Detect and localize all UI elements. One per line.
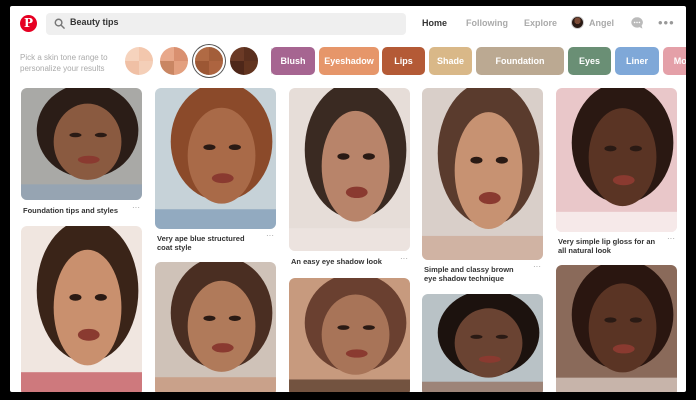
- portrait-photo: [422, 88, 543, 260]
- skin-tone-swatch-2[interactable]: [160, 47, 188, 75]
- portrait-photo: [289, 278, 410, 392]
- swatch-quadrant: [174, 47, 188, 61]
- swatch-quadrant: [244, 61, 258, 75]
- pin-image[interactable]: [155, 262, 276, 392]
- pin-more-icon[interactable]: ···: [132, 203, 140, 212]
- top-bar: P Beauty tips Home Following Explore Ang…: [10, 6, 686, 42]
- pin-image[interactable]: [155, 88, 276, 229]
- portrait-photo: [556, 265, 677, 392]
- portrait-photo: [21, 88, 142, 200]
- swatch-quadrant: [139, 61, 153, 75]
- swatch-quadrant: [195, 61, 209, 75]
- nav-explore[interactable]: Explore: [524, 18, 557, 28]
- pin-title: Foundation tips and styles: [23, 206, 119, 215]
- filter-row: Pick a skin tone range to personalize yo…: [10, 44, 686, 80]
- skin-tone-prompt: Pick a skin tone range to personalize yo…: [20, 53, 108, 73]
- skin-tone-swatch-3[interactable]: [195, 47, 223, 75]
- pin-title: Very simple lip gloss for an all natural…: [558, 237, 656, 255]
- pin-more-icon[interactable]: ···: [400, 254, 408, 263]
- swatch-quadrant: [160, 61, 174, 75]
- filter-chip-foundation[interactable]: Foundation: [476, 47, 564, 75]
- pin-more-icon[interactable]: ···: [533, 262, 541, 271]
- pin-more-icon[interactable]: ···: [266, 231, 274, 240]
- swatch-quadrant: [230, 47, 244, 61]
- pin-image[interactable]: [289, 88, 410, 251]
- chat-icon[interactable]: [630, 16, 644, 30]
- filter-chip-blush[interactable]: Blush: [271, 47, 315, 75]
- pin-image[interactable]: [21, 88, 142, 200]
- filter-chip-moo[interactable]: Moo: [663, 47, 686, 75]
- swatch-quadrant: [125, 61, 139, 75]
- search-icon: [54, 18, 65, 29]
- filter-chip-eyeshadow[interactable]: Eyeshadow: [319, 47, 379, 75]
- profile-name[interactable]: Angel: [589, 18, 614, 28]
- filter-chip-lips[interactable]: Lips: [382, 47, 425, 75]
- swatch-quadrant: [244, 47, 258, 61]
- pin-image[interactable]: [422, 294, 543, 392]
- filter-chip-liner[interactable]: Liner: [615, 47, 659, 75]
- skin-tone-swatch-1[interactable]: [125, 47, 153, 75]
- pin-title: Very ape blue structured coat style: [157, 234, 245, 252]
- pin-more-icon[interactable]: ···: [667, 234, 675, 243]
- app-window: P Beauty tips Home Following Explore Ang…: [10, 6, 686, 392]
- portrait-photo: [155, 262, 276, 392]
- swatch-quadrant: [230, 61, 244, 75]
- swatch-quadrant: [125, 47, 139, 61]
- pin-image[interactable]: [21, 226, 142, 392]
- avatar[interactable]: [571, 16, 584, 29]
- portrait-photo: [21, 226, 142, 392]
- pin-image[interactable]: [422, 88, 543, 260]
- pin-title: Simple and classy brown eye shadow techn…: [424, 265, 514, 283]
- portrait-photo: [422, 294, 543, 392]
- swatch-quadrant: [209, 47, 223, 61]
- portrait-photo: [155, 88, 276, 229]
- pin-title: An easy eye shadow look: [291, 257, 382, 266]
- swatch-quadrant: [160, 47, 174, 61]
- search-input[interactable]: Beauty tips: [70, 17, 119, 27]
- skin-tone-swatch-4[interactable]: [230, 47, 258, 75]
- nav-following[interactable]: Following: [466, 18, 508, 28]
- pinterest-logo-icon[interactable]: P: [20, 15, 37, 32]
- swatch-quadrant: [174, 61, 188, 75]
- pin-image[interactable]: [556, 265, 677, 392]
- filter-chip-shade[interactable]: Shade: [429, 47, 472, 75]
- swatch-quadrant: [209, 61, 223, 75]
- swatch-quadrant: [195, 47, 209, 61]
- pin-image[interactable]: [289, 278, 410, 392]
- pin-image[interactable]: [556, 88, 677, 232]
- filter-chip-eyes[interactable]: Eyes: [568, 47, 611, 75]
- portrait-photo: [289, 88, 410, 251]
- swatch-quadrant: [139, 47, 153, 61]
- portrait-photo: [556, 88, 677, 232]
- nav-home[interactable]: Home: [422, 18, 447, 28]
- more-options-icon[interactable]: •••: [658, 15, 675, 30]
- search-bar[interactable]: Beauty tips: [46, 13, 406, 35]
